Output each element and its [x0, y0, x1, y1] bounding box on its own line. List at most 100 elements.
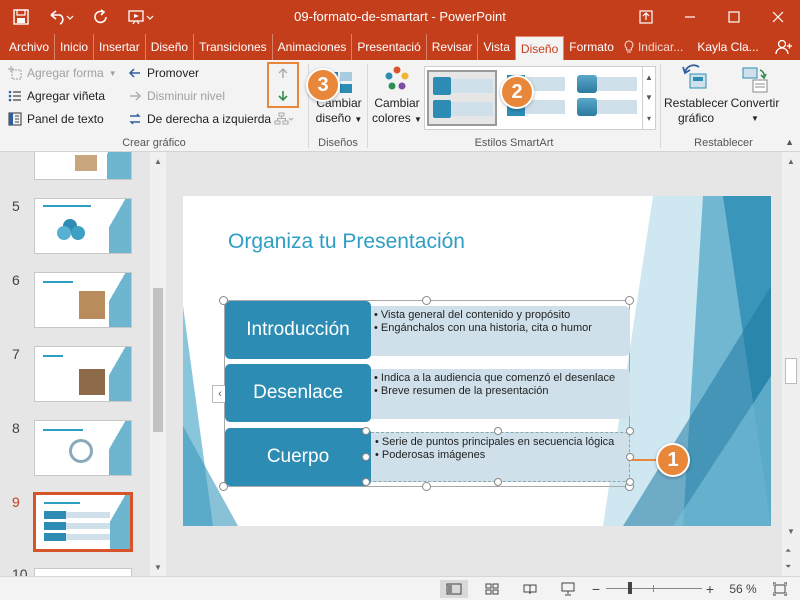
user-account[interactable]: Kayla Cla... [692, 34, 763, 60]
arrow-left-icon [128, 68, 140, 78]
group-label-disenos: Diseños [318, 137, 358, 149]
fit-slide-icon[interactable] [770, 581, 790, 597]
scroll-thumb[interactable] [153, 288, 163, 432]
previous-slide-icon[interactable]: ⏶ [785, 546, 791, 556]
ribbon-tabs: Archivo Inicio Insertar Diseño Transicio… [0, 34, 800, 60]
next-slide-icon[interactable]: ⏷ [785, 562, 791, 572]
tell-me-search[interactable]: Indicar... [619, 34, 688, 60]
start-from-beginning-icon[interactable] [126, 6, 156, 28]
smartart-shape-desenlace[interactable]: Desenlace [225, 364, 371, 422]
resize-handle[interactable] [625, 296, 634, 305]
zoom-slider[interactable] [606, 582, 702, 594]
save-icon[interactable] [10, 6, 32, 28]
tab-revisar[interactable]: Revisar [427, 34, 479, 60]
collapse-ribbon-button[interactable]: ▲ [785, 137, 794, 147]
tab-formato[interactable]: Formato [564, 34, 619, 60]
tab-vista[interactable]: Vista [478, 34, 514, 60]
tab-presentacion[interactable]: Presentació [352, 34, 427, 60]
group-label-crear-grafico: Crear gráfico [122, 137, 186, 149]
slide-sorter-icon[interactable] [480, 581, 504, 597]
tab-transiciones[interactable]: Transiciones [194, 34, 273, 60]
right-to-left-button[interactable]: De derecha a izquierda [128, 112, 271, 126]
tab-insertar[interactable]: Insertar [94, 34, 146, 60]
demote-button[interactable]: Disminuir nivel [128, 89, 225, 103]
callout-3: 3 [306, 68, 340, 102]
promote-button[interactable]: Promover [128, 66, 199, 80]
scroll-up-icon[interactable]: ▲ [150, 154, 166, 168]
gallery-scroll[interactable]: ▲ ▼ ▾ [642, 67, 655, 129]
text-pane-button[interactable]: Panel de texto [8, 112, 104, 126]
add-bullet-button[interactable]: Agregar viñeta [8, 89, 105, 103]
tab-archivo[interactable]: Archivo [4, 34, 56, 60]
gallery-more-icon[interactable]: ▾ [647, 114, 651, 123]
change-colors-button[interactable]: Cambiar colores ▼ [372, 64, 422, 127]
thumbnails-scrollbar[interactable]: ▲ ▼ [150, 152, 166, 576]
resize-handle[interactable] [422, 296, 431, 305]
slide-preview [34, 152, 132, 180]
resize-handle[interactable] [219, 296, 228, 305]
style-thumb-selected[interactable] [427, 70, 497, 126]
resize-handle[interactable] [422, 482, 431, 491]
normal-view-icon[interactable] [440, 580, 468, 598]
tab-smartart-diseno[interactable]: Diseño [514, 36, 565, 60]
shape-handle[interactable] [626, 427, 634, 435]
scroll-up-icon[interactable]: ▲ [782, 154, 800, 168]
bullet: • Engánchalos con una historia, cita o h… [374, 322, 592, 334]
ribbon-display-icon[interactable] [624, 0, 668, 34]
convert-icon [742, 67, 768, 93]
dropdown-arrow-icon: ▼ [751, 114, 759, 123]
resize-handle[interactable] [219, 482, 228, 491]
zoom-out-button[interactable]: − [590, 581, 602, 597]
shape-handle[interactable] [362, 478, 370, 486]
share-icon[interactable] [770, 34, 798, 60]
zoom-slider-center-mark [653, 585, 654, 592]
scroll-thumb[interactable] [785, 358, 797, 384]
reading-view-icon[interactable] [518, 581, 542, 597]
gallery-up-icon[interactable]: ▲ [645, 73, 653, 82]
group-restablecer: Restablecer gráfico Convertir ▼ Restable… [661, 60, 786, 152]
tab-diseno[interactable]: Diseño [146, 34, 195, 60]
smartart-shape-cuerpo[interactable]: Cuerpo [225, 428, 371, 486]
tab-inicio[interactable]: Inicio [55, 34, 95, 60]
zoom-level[interactable]: 56 % [726, 581, 760, 597]
style-thumb[interactable] [573, 70, 643, 126]
change-colors-label-2: colores ▼ [372, 111, 422, 125]
scroll-down-icon[interactable]: ▼ [782, 524, 800, 538]
tab-animaciones[interactable]: Animaciones [273, 34, 353, 60]
ribbon: Agregar forma ▼ Agregar viñeta Panel de … [0, 60, 800, 152]
smartart-text-intro[interactable]: • Vista general del contenido y propósit… [366, 306, 630, 356]
zoom-slider-thumb[interactable] [628, 582, 632, 594]
minimize-icon[interactable] [668, 0, 712, 34]
slide-thumb-7[interactable]: 7 [0, 342, 150, 402]
convert-button[interactable]: Convertir ▼ [729, 64, 781, 126]
slide-thumb-10[interactable]: 10 [0, 564, 150, 576]
slide-thumb-8[interactable]: 8 [0, 416, 150, 476]
smartart-text-cuerpo[interactable]: • Serie de puntos principales en secuenc… [366, 432, 630, 482]
redo-icon[interactable] [90, 6, 112, 28]
scroll-down-icon[interactable]: ▼ [150, 560, 166, 574]
maximize-icon[interactable] [712, 0, 756, 34]
slideshow-view-icon[interactable] [556, 581, 580, 597]
slide-thumb-9[interactable]: 9 [0, 490, 150, 554]
group-label-restablecer: Restablecer [694, 137, 753, 149]
gallery-down-icon[interactable]: ▼ [645, 93, 653, 102]
shape-handle[interactable] [362, 453, 370, 461]
shape-handle[interactable] [626, 478, 634, 486]
slide-thumb-6[interactable]: 6 [0, 268, 150, 328]
close-icon[interactable] [756, 0, 800, 34]
undo-icon[interactable] [46, 6, 76, 28]
slide-thumb-partial[interactable] [0, 152, 150, 180]
add-shape-button[interactable]: Agregar forma ▼ [8, 66, 117, 80]
shape-handle[interactable] [362, 427, 370, 435]
slide-title[interactable]: Organiza tu Presentación [228, 230, 465, 254]
layout-hierarchy-button[interactable] [272, 110, 296, 128]
shape-handle[interactable] [494, 427, 502, 435]
shape-handle[interactable] [494, 478, 502, 486]
reset-graphic-button[interactable]: Restablecer gráfico [663, 64, 729, 126]
smartart-shape-intro[interactable]: Introducción [225, 301, 371, 359]
zoom-in-button[interactable]: + [704, 581, 716, 597]
right-to-left-label: De derecha a izquierda [147, 112, 272, 126]
slide-thumb-5[interactable]: 5 [0, 194, 150, 254]
smartart-text-desenlace[interactable]: • Indica a la audiencia que comenzó el d… [366, 369, 630, 419]
slide-scrollbar[interactable]: ▲ ▼ ⏶ ⏷ [782, 152, 800, 576]
